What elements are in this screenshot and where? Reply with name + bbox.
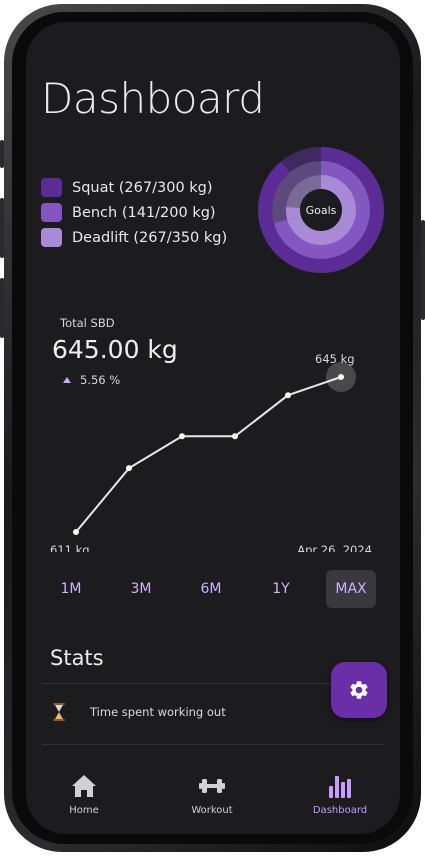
nav-label-workout: Workout xyxy=(191,805,233,816)
stat-row-time[interactable]: Time spent working out xyxy=(50,702,226,722)
nav-label-dashboard: Dashboard xyxy=(312,805,368,816)
chart-point xyxy=(232,433,238,440)
gear-icon xyxy=(350,681,368,699)
time-range-selector: 1M 3M 6M 1Y MAX xyxy=(46,570,376,608)
legend-item-squat: Squat (267/300 kg) xyxy=(41,175,227,200)
chart-points xyxy=(73,374,344,535)
hourglass-icon xyxy=(53,703,65,721)
page-title: Dashboard xyxy=(41,74,265,123)
chart-point xyxy=(126,465,132,472)
power-button xyxy=(421,220,425,320)
sbd-line-chart[interactable]: 611 kg 645 kg Apr 26, 2024 xyxy=(26,322,400,552)
range-button-6m[interactable]: 6M xyxy=(186,570,236,608)
chart-end-label: 645 kg xyxy=(315,352,355,366)
chart-point xyxy=(73,529,79,535)
range-button-3m[interactable]: 3M xyxy=(116,570,166,608)
goals-legend: Squat (267/300 kg) Bench (141/200 kg) De… xyxy=(41,175,227,250)
chart-series-line xyxy=(75,376,342,533)
legend-label-bench: Bench (141/200 kg) xyxy=(72,204,216,221)
range-button-1m[interactable]: 1M xyxy=(46,570,96,608)
goals-donut-chart: Goals xyxy=(258,147,384,273)
nav-item-dashboard[interactable]: Dashboard xyxy=(295,772,385,816)
squat-swatch xyxy=(41,178,62,197)
volume-up-button xyxy=(0,198,4,258)
stat-label-time: Time spent working out xyxy=(90,705,226,719)
chart-highlight-marker[interactable] xyxy=(326,362,356,392)
volume-down-button xyxy=(0,278,4,338)
goals-center-label: Goals xyxy=(306,204,337,217)
chart-point xyxy=(285,392,291,399)
stats-divider-bottom xyxy=(42,744,384,745)
range-button-1y[interactable]: 1Y xyxy=(256,570,306,608)
dumbbell-icon xyxy=(199,779,225,793)
bench-swatch xyxy=(41,203,62,222)
home-icon xyxy=(72,775,96,797)
legend-label-squat: Squat (267/300 kg) xyxy=(72,179,213,196)
chart-start-label: 611 kg xyxy=(50,543,90,552)
app-screen: Dashboard Squat (267/300 kg) Bench (141/… xyxy=(26,22,400,834)
legend-label-deadlift: Deadlift (267/350 kg) xyxy=(72,229,228,246)
chart-point xyxy=(179,433,185,440)
stats-title: Stats xyxy=(50,646,104,670)
nav-item-workout[interactable]: Workout xyxy=(167,772,257,816)
bar-chart-icon xyxy=(329,776,351,798)
settings-fab[interactable] xyxy=(331,662,387,718)
nav-item-home[interactable]: Home xyxy=(39,772,129,816)
bottom-navigation: Home Workout Dashboard xyxy=(26,754,400,834)
range-button-max[interactable]: MAX xyxy=(326,570,376,608)
chart-end-date: Apr 26, 2024 xyxy=(297,543,372,552)
nav-label-home: Home xyxy=(69,805,99,816)
action-button xyxy=(0,140,4,168)
deadlift-swatch xyxy=(41,228,62,247)
legend-item-bench: Bench (141/200 kg) xyxy=(41,200,227,225)
legend-item-deadlift: Deadlift (267/350 kg) xyxy=(41,225,227,250)
